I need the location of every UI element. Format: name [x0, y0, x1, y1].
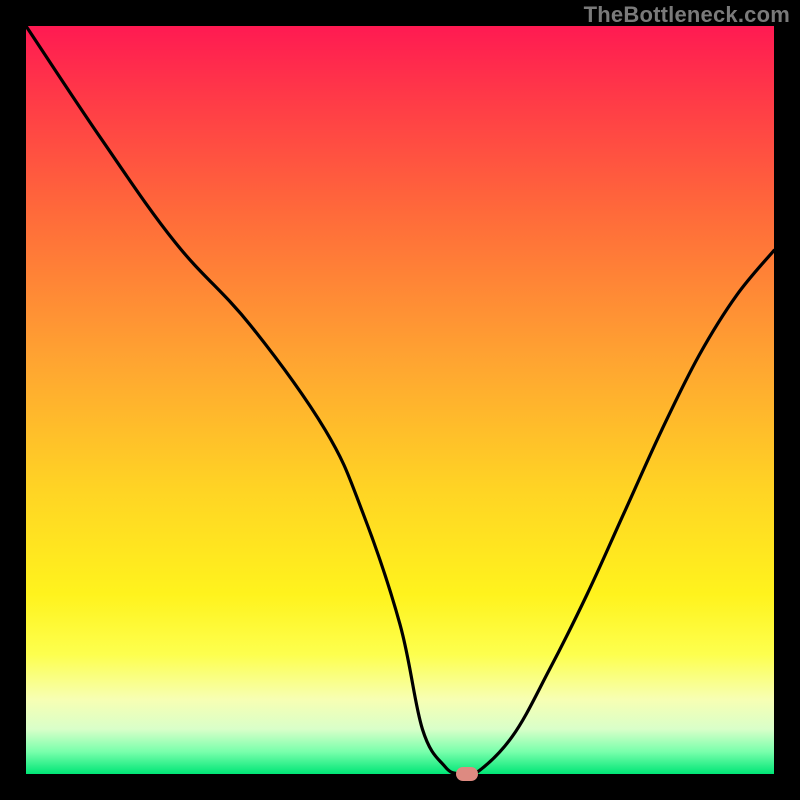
plot-area	[26, 26, 774, 774]
curve-path	[26, 26, 774, 774]
watermark-text: TheBottleneck.com	[584, 2, 790, 28]
chart-frame: TheBottleneck.com	[0, 0, 800, 800]
bottleneck-curve	[26, 26, 774, 774]
minimum-marker	[456, 767, 478, 781]
